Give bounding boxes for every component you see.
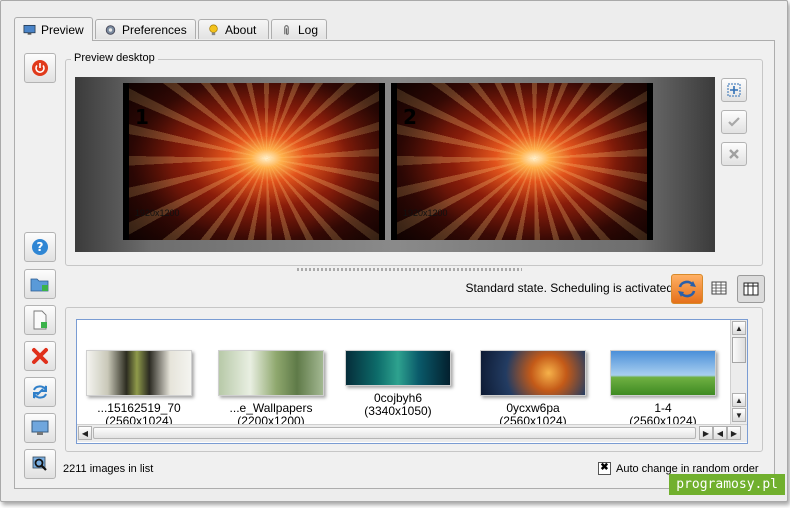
gear-icon [105,24,116,35]
refresh-button[interactable] [24,377,56,407]
monitor-number: 2 [403,105,417,129]
thumbnail-item[interactable]: 0ycxw6pa (2560x1024) [478,350,588,428]
tab-log[interactable]: Log [271,19,327,39]
scroll-left-icon[interactable]: ◀ [713,426,727,440]
schedule-button[interactable] [671,274,703,304]
discard-button[interactable] [721,142,747,166]
tab-about[interactable]: About [198,19,269,39]
folder-add-icon [30,278,49,292]
apply-button[interactable] [721,110,747,134]
desktop-icon [31,420,49,435]
power-button[interactable] [24,53,56,83]
red-x-icon [32,348,48,364]
thumbnail-list[interactable]: ...15162519_70 (2560x1024) ...e_Wallpape… [76,319,748,444]
file-add-icon [33,310,47,330]
lightbulb-icon [209,24,218,35]
horizontal-scrollbar[interactable]: ◀ ▶ ◀ ▶ [77,424,747,442]
thumbnail-item[interactable]: 1-4 (2560x1024) [608,350,718,428]
scroll-up-icon[interactable]: ▲ [732,321,746,335]
monitor-number: 1 [135,105,149,129]
scroll-left-icon[interactable]: ◀ [78,426,92,440]
magnifier-icon [32,456,47,471]
checkbox-check-icon[interactable]: ✖ [598,462,611,475]
refresh-icon [33,385,47,399]
thumbnail-size: (3340x1050) [364,404,432,418]
thumbnail-item[interactable]: ...15162519_70 (2560x1024) [84,350,194,428]
preview-desktop-group: Preview desktop 1 1920x1200 2 1920x1200 [65,52,763,266]
thumbnail-image [345,350,451,386]
search-button[interactable] [24,449,56,479]
image-count: 2211 images in list [63,463,154,475]
close-icon [729,149,739,159]
tab-label: Log [297,22,318,37]
columns-view-icon [743,282,759,296]
fit-button[interactable] [721,78,747,102]
schedule-icon [678,280,696,298]
monitor-resolution: 1920x1200 [135,208,180,218]
monitor-resolution: 1920x1200 [403,208,448,218]
thumbnail-image [480,350,586,396]
paperclip-icon [284,24,289,35]
monitor-2[interactable]: 2 1920x1200 [391,83,653,240]
tab-label: Preview [41,22,84,37]
add-folder-button[interactable] [24,269,56,299]
check-icon [728,117,740,127]
scroll-right-icon[interactable]: ▶ [727,426,741,440]
thumbnail-item[interactable]: 0cojbyh6 (3340x1050) [343,350,453,418]
watermark-logo: programosy.pl [669,474,785,495]
help-button[interactable]: ? [24,232,56,262]
preview-desktop-label: Preview desktop [71,52,158,64]
monitor-1[interactable]: 1 1920x1200 [123,83,385,240]
horizontal-scroll-thumb[interactable] [93,427,696,439]
remove-button[interactable] [24,341,56,371]
checkbox-label: Auto change in random order [616,462,759,475]
thumbnail-image [218,350,324,396]
svg-text:?: ? [37,240,44,254]
tab-label: Preferences [122,22,187,37]
app-window: Preview Preferences About Log ? Preview … [0,0,788,502]
scroll-right-icon[interactable]: ▶ [699,426,713,440]
monitor-icon [23,24,36,35]
tab-preferences[interactable]: Preferences [95,19,196,39]
status-text: Standard state. Scheduling is activated [465,281,673,295]
tab-label: About [225,22,257,37]
grid-view-button[interactable] [708,277,730,299]
add-file-button[interactable] [24,305,56,335]
grid-view-icon [711,281,727,295]
vertical-scrollbar[interactable]: ▲ ▲ ▼ [730,320,747,424]
scroll-down-icon[interactable]: ▼ [732,408,746,422]
scroll-down-icon[interactable]: ▲ [732,393,746,407]
desktop-stage: 1 1920x1200 2 1920x1200 [75,77,715,252]
fit-icon [727,83,741,97]
thumbnail-image [610,350,716,396]
question-icon: ? [32,239,48,255]
thumbnail-item[interactable]: ...e_Wallpapers (2200x1200) [216,350,326,428]
tab-preview[interactable]: Preview [14,17,93,41]
thumbnail-image [86,350,192,396]
power-icon [32,60,48,76]
columns-view-button[interactable] [737,275,765,303]
set-wallpaper-button[interactable] [24,413,56,443]
splitter-handle[interactable] [297,268,522,271]
scroll-thumb[interactable] [732,337,746,363]
